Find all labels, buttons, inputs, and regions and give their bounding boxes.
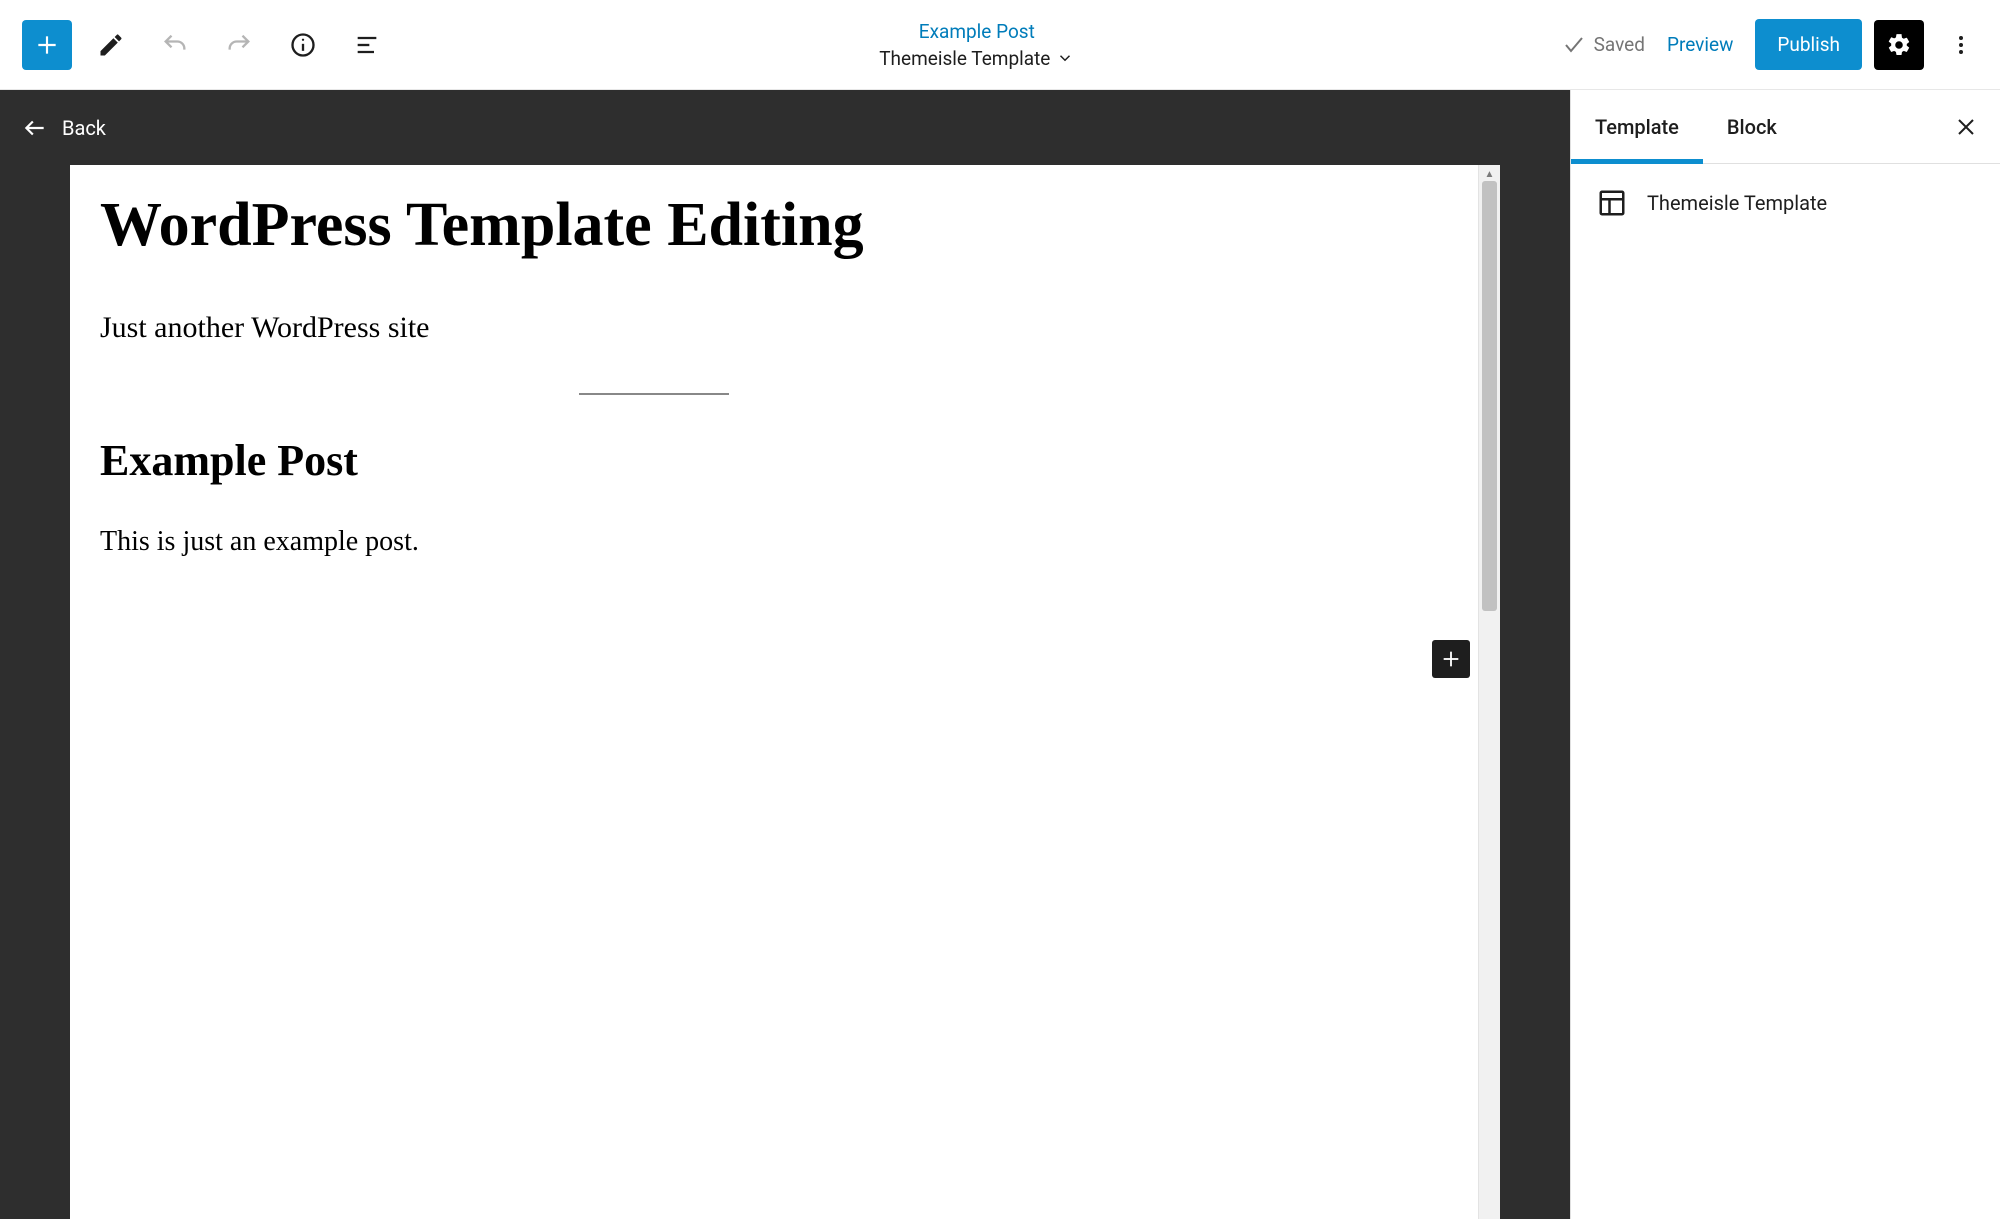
- undo-icon: [161, 31, 189, 59]
- info-icon: [289, 31, 317, 59]
- list-view-button[interactable]: [342, 20, 392, 70]
- outline-icon: [353, 31, 381, 59]
- editor-canvas-outer: Back WordPress Template Editing Just ano…: [0, 90, 1570, 1219]
- settings-sidebar: Template Block Themeisle Template: [1570, 90, 2000, 1219]
- site-tagline-block[interactable]: Just another WordPress site: [100, 311, 1448, 345]
- undo-button[interactable]: [150, 20, 200, 70]
- plus-icon: [34, 32, 60, 58]
- preview-button[interactable]: Preview: [1667, 33, 1733, 56]
- post-title-block[interactable]: Example Post: [100, 435, 1448, 486]
- check-icon: [1562, 33, 1586, 57]
- template-info-row[interactable]: Themeisle Template: [1571, 164, 2000, 242]
- template-switcher[interactable]: Themeisle Template: [879, 47, 1074, 70]
- editor-canvas-wrap: WordPress Template Editing Just another …: [70, 165, 1500, 1219]
- toolbar-right-group: Saved Preview Publish: [1562, 19, 1986, 70]
- post-content-block[interactable]: This is just an example post.: [100, 526, 1448, 558]
- details-button[interactable]: [278, 20, 328, 70]
- toolbar-left-group: [22, 20, 392, 70]
- scroll-up-icon: ▲: [1479, 167, 1500, 181]
- publish-button[interactable]: Publish: [1755, 19, 1862, 70]
- main-area: Back WordPress Template Editing Just ano…: [0, 90, 2000, 1219]
- back-button[interactable]: Back: [0, 90, 1570, 165]
- arrow-left-icon: [22, 115, 48, 141]
- site-title-block[interactable]: WordPress Template Editing: [100, 191, 1448, 259]
- layout-icon: [1595, 186, 1629, 220]
- add-block-button[interactable]: [22, 20, 72, 70]
- saved-label: Saved: [1594, 33, 1645, 56]
- tab-template[interactable]: Template: [1571, 90, 1703, 163]
- edit-tool-button[interactable]: [86, 20, 136, 70]
- gear-icon: [1886, 32, 1912, 58]
- scrollbar-thumb[interactable]: [1482, 181, 1497, 611]
- editor-canvas[interactable]: WordPress Template Editing Just another …: [70, 165, 1478, 1219]
- settings-button[interactable]: [1874, 20, 1924, 70]
- sidebar-tabs: Template Block: [1571, 90, 2000, 164]
- chevron-down-icon: [1056, 49, 1074, 67]
- plus-icon: [1440, 648, 1462, 670]
- close-sidebar-button[interactable]: [1946, 107, 1986, 147]
- back-label: Back: [62, 116, 106, 140]
- pencil-icon: [97, 31, 125, 59]
- canvas-scrollbar[interactable]: ▲: [1478, 165, 1500, 1219]
- redo-button[interactable]: [214, 20, 264, 70]
- more-vertical-icon: [1949, 33, 1973, 57]
- separator-block[interactable]: [579, 393, 729, 395]
- template-name: Themeisle Template: [1647, 191, 1827, 215]
- redo-icon: [225, 31, 253, 59]
- top-toolbar: Example Post Themeisle Template Saved Pr…: [0, 0, 2000, 90]
- add-block-inline-button[interactable]: [1432, 640, 1470, 678]
- more-options-button[interactable]: [1936, 20, 1986, 70]
- tab-block[interactable]: Block: [1703, 90, 1801, 163]
- toolbar-center-group: Example Post Themeisle Template: [398, 20, 1556, 70]
- document-title-link[interactable]: Example Post: [919, 20, 1035, 43]
- save-status: Saved: [1562, 33, 1645, 57]
- template-name-label: Themeisle Template: [879, 47, 1050, 70]
- close-icon: [1954, 115, 1978, 139]
